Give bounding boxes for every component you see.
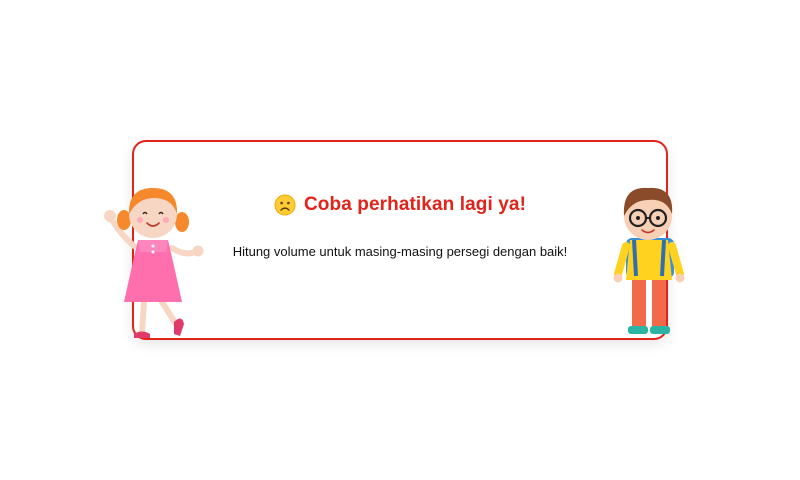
boy-illustration bbox=[613, 187, 685, 334]
girl-illustration bbox=[104, 188, 204, 338]
feedback-message: Hitung volume untuk masing-masing perseg… bbox=[232, 244, 568, 259]
feedback-title: Coba perhatikan lagi ya! bbox=[303, 194, 526, 215]
frowning-face-icon bbox=[274, 194, 296, 216]
feedback-screen: Coba perhatikan lagi ya! Hitung volume u… bbox=[0, 0, 800, 480]
feedback-dialog: Coba perhatikan lagi ya! Hitung volume u… bbox=[132, 140, 668, 340]
feedback-title-row: Coba perhatikan lagi ya! bbox=[134, 194, 666, 216]
